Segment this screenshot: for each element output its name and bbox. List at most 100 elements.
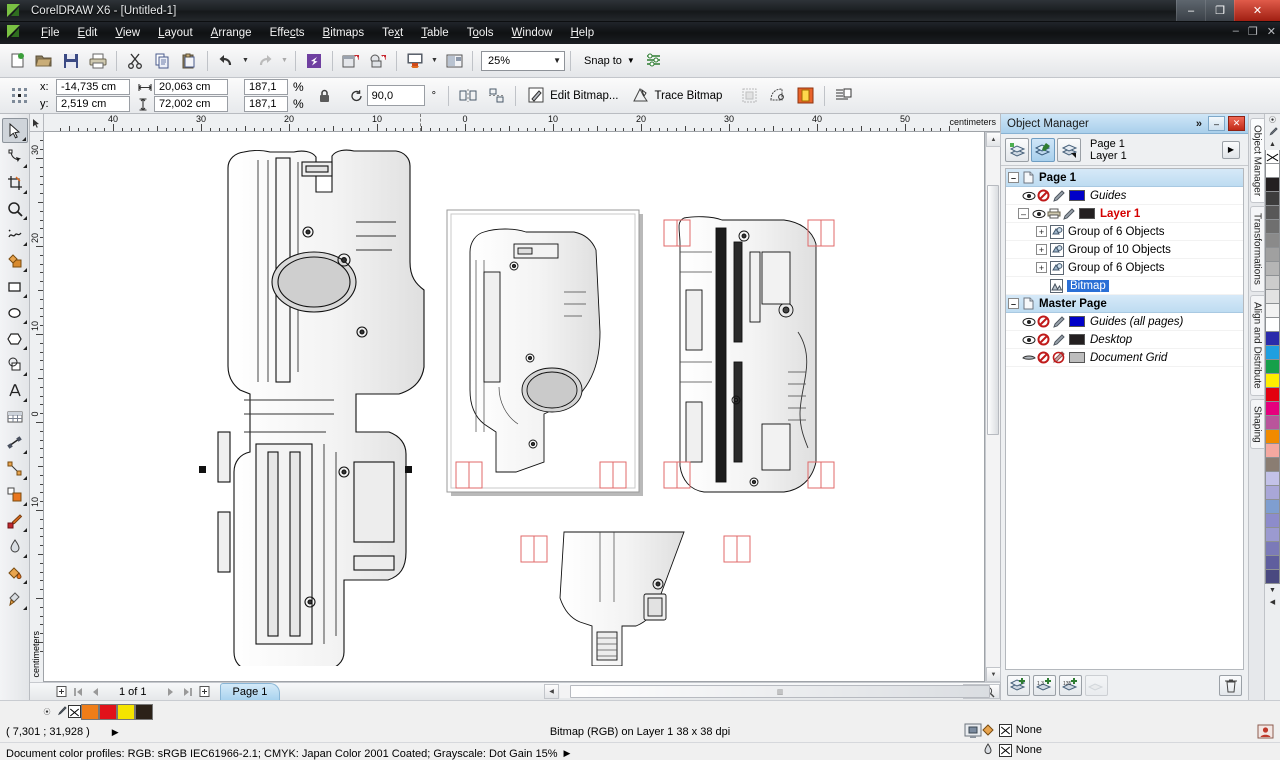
ellipse-tool[interactable] bbox=[2, 300, 28, 325]
scroll-left-button[interactable]: ◀ bbox=[544, 684, 559, 699]
edit-across-layers-button[interactable] bbox=[1031, 137, 1055, 162]
tree-row-page1[interactable]: – Page 1 bbox=[1006, 169, 1243, 187]
table-tool[interactable] bbox=[2, 404, 28, 429]
vertical-ruler[interactable]: 30 20 10 0 10 centimeters bbox=[30, 132, 44, 682]
vertical-scroll-thumb[interactable] bbox=[987, 185, 999, 435]
palette-colour-swatch[interactable] bbox=[1265, 416, 1280, 430]
outline-none-swatch[interactable] bbox=[998, 743, 1012, 757]
chevron-down-icon[interactable]: ▼ bbox=[627, 56, 635, 65]
status-flyout-icon[interactable]: ⦿ bbox=[40, 706, 54, 718]
palette-colour-swatch[interactable] bbox=[1265, 472, 1280, 486]
status-outline-indicator[interactable]: None bbox=[981, 743, 1042, 757]
outline-tool[interactable] bbox=[2, 534, 28, 559]
crop-tool[interactable] bbox=[2, 170, 28, 195]
shape-tool[interactable] bbox=[2, 144, 28, 169]
width-field[interactable]: 20,063 cm bbox=[154, 79, 228, 95]
zoom-level-combobox[interactable]: 25% ▼ bbox=[481, 50, 565, 71]
palette-colour-swatch[interactable] bbox=[1265, 318, 1280, 332]
palette-colour-swatch[interactable] bbox=[1265, 402, 1280, 416]
delete-layer-button[interactable] bbox=[1219, 674, 1242, 696]
paste-icon[interactable] bbox=[176, 48, 202, 74]
new-master-layer-all-button[interactable]: 135 bbox=[1059, 674, 1082, 696]
palette-colour-swatch[interactable] bbox=[1265, 444, 1280, 458]
horizontal-ruler[interactable]: 40 30 20 10 0 10 20 30 40 50 centimeters bbox=[44, 114, 1000, 132]
new-document-icon[interactable] bbox=[4, 48, 30, 74]
editable-pencil-icon[interactable] bbox=[1052, 189, 1067, 202]
menu-table[interactable]: Table bbox=[412, 24, 458, 42]
scale-vertical-field[interactable]: 187,1 bbox=[244, 96, 288, 112]
import-icon[interactable] bbox=[301, 48, 327, 74]
previous-page-button[interactable] bbox=[88, 684, 103, 699]
new-master-layer-odd-button[interactable]: 1 3 bbox=[1033, 674, 1056, 696]
vertical-scrollbar[interactable]: ▲ ▼ bbox=[985, 132, 1001, 682]
visibility-eye-icon[interactable] bbox=[1022, 191, 1037, 201]
cut-icon[interactable] bbox=[122, 48, 148, 74]
palette-expand-button[interactable]: ◀ bbox=[1266, 596, 1280, 608]
export-for-office-icon[interactable] bbox=[365, 48, 391, 74]
add-page-after-button[interactable] bbox=[197, 684, 212, 699]
connector-tool[interactable] bbox=[2, 456, 28, 481]
last-page-button[interactable] bbox=[180, 684, 195, 699]
tree-row-guides-all[interactable]: Guides (all pages) bbox=[1006, 313, 1243, 331]
interactive-fill-tool[interactable] bbox=[2, 586, 28, 611]
export-icon[interactable] bbox=[338, 48, 364, 74]
palette-colour-swatch[interactable] bbox=[1265, 486, 1280, 500]
redo-icon[interactable] bbox=[252, 48, 278, 74]
docker-tab-transformations[interactable]: Transformations bbox=[1249, 206, 1264, 293]
mdi-minimize-button[interactable]: – bbox=[1233, 25, 1239, 38]
palette-scroll-up-button[interactable]: ▲ bbox=[1266, 138, 1280, 150]
layer-colour-swatch[interactable] bbox=[1079, 208, 1095, 219]
scale-horizontal-field[interactable]: 187,1 bbox=[244, 79, 288, 95]
add-page-before-button[interactable] bbox=[54, 684, 69, 699]
docker-flyout-button[interactable]: ▶ bbox=[1222, 140, 1240, 159]
editable-pencil-icon[interactable] bbox=[1062, 207, 1077, 220]
tree-row-guides[interactable]: Guides bbox=[1006, 187, 1243, 205]
palette-flyout-icon[interactable]: ⦿ bbox=[1266, 114, 1280, 126]
menu-window[interactable]: Window bbox=[503, 24, 562, 42]
menu-view[interactable]: View bbox=[106, 24, 149, 42]
scroll-up-button[interactable]: ▲ bbox=[986, 132, 1001, 147]
save-document-icon[interactable] bbox=[58, 48, 84, 74]
publish-dropdown-arrow-icon[interactable]: ▼ bbox=[429, 48, 440, 74]
bitmap-colour-mask-icon[interactable] bbox=[764, 83, 790, 109]
printable-icon[interactable] bbox=[1037, 189, 1052, 202]
visibility-hidden-eye-icon[interactable] bbox=[1022, 353, 1037, 363]
printable-icon[interactable] bbox=[1037, 351, 1052, 364]
options-icon[interactable] bbox=[641, 48, 667, 74]
polygon-tool[interactable] bbox=[2, 326, 28, 351]
position-y-field[interactable]: 2,519 cm bbox=[56, 96, 130, 112]
docker-tab-object-manager[interactable]: Object Manager bbox=[1249, 118, 1264, 204]
status-fill-indicator[interactable]: None bbox=[981, 723, 1042, 737]
menu-tools[interactable]: Tools bbox=[458, 24, 503, 42]
collapse-expander-icon[interactable]: – bbox=[1008, 172, 1019, 183]
lock-ratio-icon[interactable] bbox=[312, 83, 338, 109]
document-properties-icon[interactable] bbox=[964, 723, 982, 739]
bitmap-border-icon[interactable] bbox=[792, 83, 818, 109]
palette-colour-swatch[interactable] bbox=[1265, 262, 1280, 276]
position-x-field[interactable]: -14,735 cm bbox=[56, 79, 130, 95]
quick-colour-swatch[interactable] bbox=[99, 703, 117, 720]
quick-colour-swatch[interactable] bbox=[81, 703, 99, 720]
layer-colour-swatch[interactable] bbox=[1069, 190, 1085, 201]
palette-colour-swatch[interactable] bbox=[1265, 500, 1280, 514]
window-close-button[interactable]: ✕ bbox=[1234, 0, 1280, 21]
menu-bitmaps[interactable]: Bitmaps bbox=[314, 24, 374, 42]
menu-layout[interactable]: Layout bbox=[149, 24, 202, 42]
palette-colour-swatch[interactable] bbox=[1265, 290, 1280, 304]
palette-colour-swatch[interactable] bbox=[1265, 360, 1280, 374]
palette-eyedropper-icon[interactable] bbox=[1266, 126, 1280, 138]
horizontal-scroll-thumb[interactable]: ▥ bbox=[570, 685, 990, 698]
palette-colour-swatch[interactable] bbox=[1265, 570, 1280, 584]
palette-colour-swatch[interactable] bbox=[1265, 388, 1280, 402]
trace-bitmap-button[interactable]: Trace Bitmap bbox=[626, 87, 728, 104]
freehand-tool[interactable] bbox=[2, 222, 28, 247]
fill-tool[interactable] bbox=[2, 560, 28, 585]
mdi-close-button[interactable]: ✕ bbox=[1267, 25, 1276, 38]
palette-colour-swatch[interactable] bbox=[1265, 164, 1280, 178]
layer-colour-swatch[interactable] bbox=[1069, 352, 1085, 363]
menu-help[interactable]: Help bbox=[561, 24, 603, 42]
object-origin-selector[interactable] bbox=[6, 83, 32, 109]
undo-icon[interactable] bbox=[213, 48, 239, 74]
print-icon[interactable] bbox=[85, 48, 111, 74]
new-layer-button[interactable] bbox=[1007, 674, 1030, 696]
